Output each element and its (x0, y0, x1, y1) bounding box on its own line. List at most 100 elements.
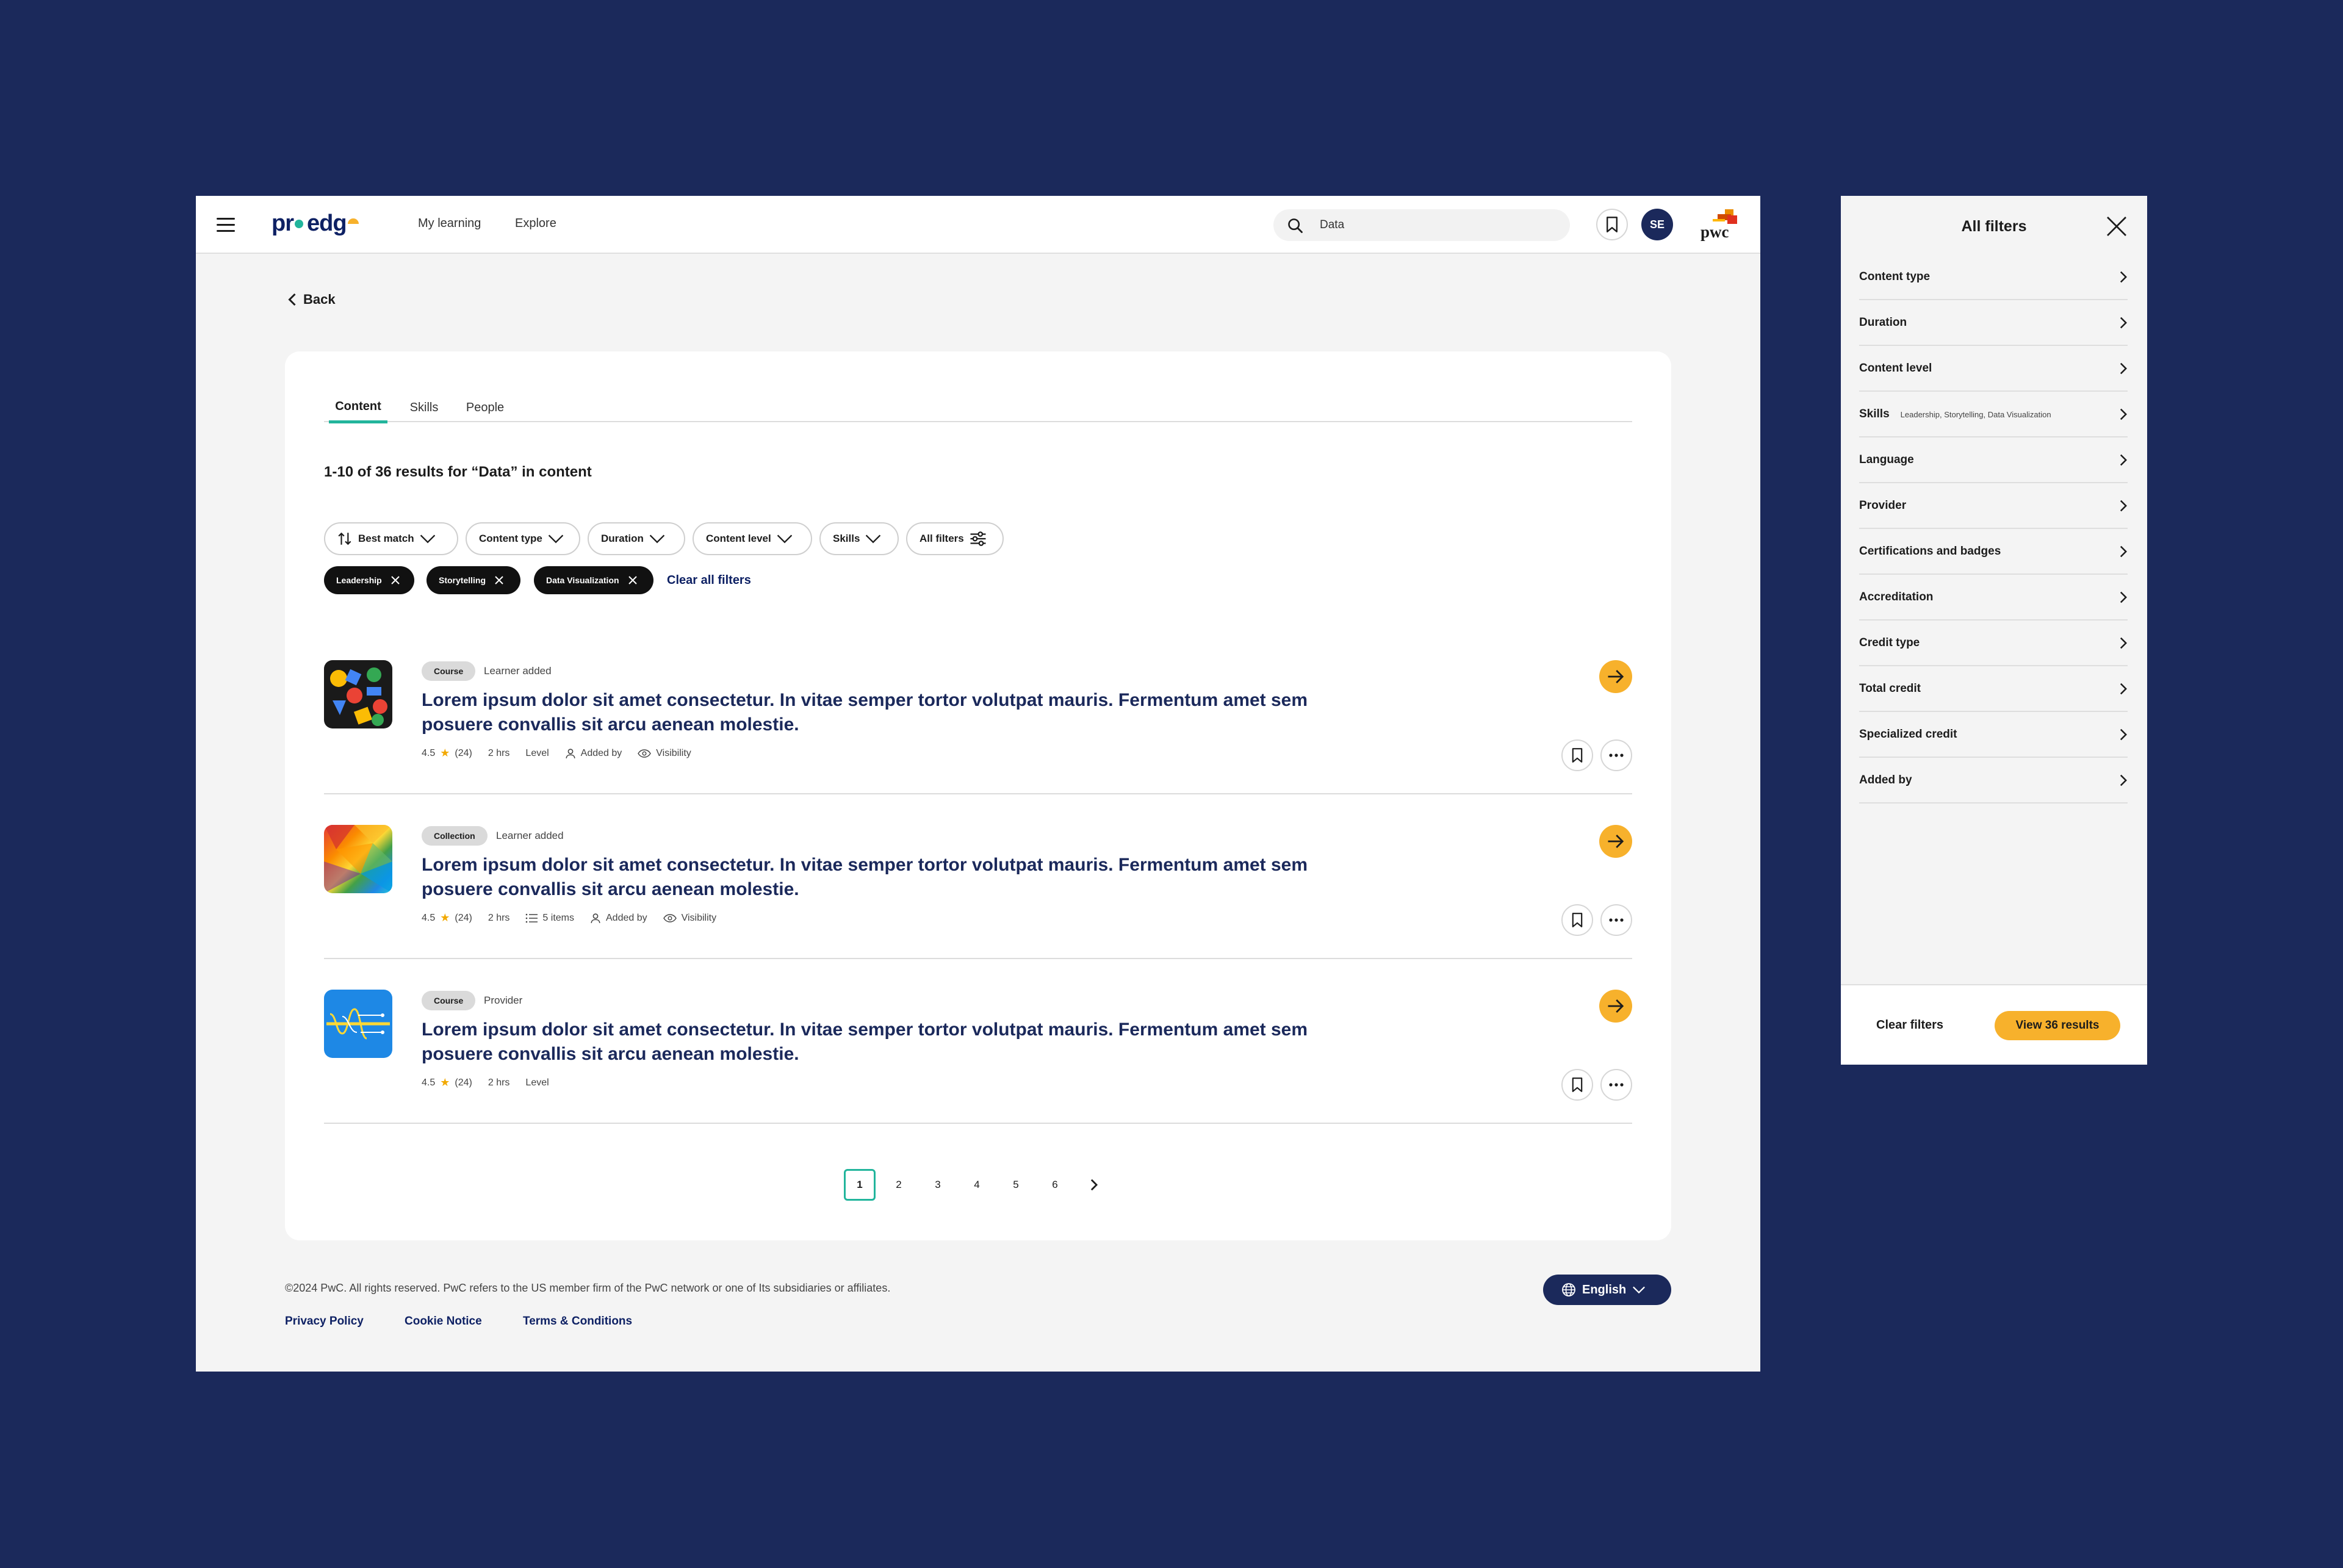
filter-row-content-type[interactable]: Content type (1859, 254, 2128, 300)
pwc-wordmark: pwc (1701, 223, 1729, 241)
chevron-right-icon (2120, 317, 2127, 328)
filter-row-added-by[interactable]: Added by (1859, 758, 2128, 804)
visibility: Visibility (638, 748, 691, 759)
chevron-right-icon (2120, 454, 2127, 466)
copyright-text: ©2024 PwC. All rights reserved. PwC refe… (285, 1282, 891, 1294)
rating: 4.5 ★ (24) (422, 747, 472, 759)
duration-filter[interactable]: Duration (588, 522, 685, 555)
page-5-button[interactable]: 5 (1000, 1169, 1032, 1201)
list-item[interactable]: Course Provider Lorem ipsum dolor sit am… (324, 959, 1632, 1124)
star-icon: ★ (440, 1076, 450, 1088)
search-icon (1288, 218, 1303, 233)
content-type-filter[interactable]: Content type (466, 522, 580, 555)
page-1-button[interactable]: 1 (844, 1169, 876, 1201)
open-item-button[interactable] (1599, 990, 1632, 1023)
more-options-button[interactable] (1600, 904, 1632, 936)
filter-row-label: Credit type (1859, 636, 1920, 649)
language-selector[interactable]: English (1543, 1275, 1671, 1305)
item-meta: 4.5 ★ (24) 2 hrs Level Added by Visibility (422, 747, 691, 760)
filter-row-content-level[interactable]: Content level (1859, 346, 2128, 392)
tab-bar: Content Skills People (324, 388, 1632, 423)
rating: 4.5 ★ (24) (422, 1076, 472, 1088)
panel-title: All filters (1961, 218, 2027, 235)
user-avatar[interactable]: SE (1641, 209, 1673, 240)
close-icon[interactable] (494, 575, 504, 585)
course-thumbnail (324, 660, 392, 728)
bookmark-button[interactable] (1561, 739, 1593, 771)
chevron-right-icon (2120, 728, 2127, 740)
all-filters-panel: All filters Content type Duration Conten… (1841, 196, 2147, 1065)
more-dots-icon (1609, 1083, 1624, 1087)
person-icon (591, 913, 600, 923)
filter-row-language[interactable]: Language (1859, 437, 2128, 483)
page-3-button[interactable]: 3 (922, 1169, 954, 1201)
chevron-right-icon (2120, 408, 2127, 420)
proedge-logo[interactable]: pr edg (272, 210, 359, 237)
more-options-button[interactable] (1600, 1069, 1632, 1101)
filter-row-accreditation[interactable]: Accreditation (1859, 575, 2128, 620)
logo-text-part1: pr (272, 210, 294, 236)
tab-content[interactable]: Content (329, 393, 387, 423)
page-4-button[interactable]: 4 (961, 1169, 993, 1201)
panel-footer: Clear filters View 36 results (1841, 984, 2147, 1065)
list-item[interactable]: Collection Learner added Lorem ipsum dol… (324, 794, 1632, 959)
level: Level (525, 747, 549, 758)
skills-filter[interactable]: Skills (819, 522, 899, 555)
item-title[interactable]: Lorem ipsum dolor sit amet consectetur. … (422, 853, 1312, 902)
sort-arrows-icon (338, 532, 351, 545)
close-icon[interactable] (628, 575, 638, 585)
close-icon[interactable] (390, 575, 400, 585)
menu-line-icon (217, 223, 235, 226)
privacy-policy-link[interactable]: Privacy Policy (285, 1315, 364, 1328)
menu-line-icon (217, 217, 235, 220)
view-results-button[interactable]: View 36 results (1995, 1011, 2120, 1040)
search-input[interactable] (1320, 217, 1552, 234)
page-6-button[interactable]: 6 (1039, 1169, 1071, 1201)
bookmark-button[interactable] (1561, 904, 1593, 936)
more-options-button[interactable] (1600, 739, 1632, 771)
clear-all-filters-link[interactable]: Clear all filters (667, 574, 751, 588)
results-card: Content Skills People 1-10 of 36 results… (285, 351, 1671, 1240)
hamburger-menu-button[interactable] (214, 213, 237, 236)
tab-skills[interactable]: Skills (406, 393, 442, 422)
item-title[interactable]: Lorem ipsum dolor sit amet consectetur. … (422, 688, 1312, 737)
filter-row-label: Specialized credit (1859, 727, 1957, 741)
filter-row-specialized-credit[interactable]: Specialized credit (1859, 712, 2128, 758)
sort-dropdown[interactable]: Best match (324, 522, 458, 555)
bookmark-icon (1607, 217, 1618, 232)
back-label: Back (303, 292, 336, 307)
nav-explore[interactable]: Explore (515, 217, 556, 231)
filter-row-skills[interactable]: Skills Leadership, Storytelling, Data Vis… (1859, 392, 2128, 437)
nav-my-learning[interactable]: My learning (418, 217, 481, 231)
filter-row-total-credit[interactable]: Total credit (1859, 666, 2128, 712)
next-page-button[interactable] (1078, 1169, 1110, 1201)
filter-row-label: Skills (1859, 407, 1890, 420)
bookmark-icon (1572, 748, 1583, 763)
search-bar[interactable] (1273, 209, 1570, 241)
filter-row-provider[interactable]: Provider (1859, 483, 2128, 529)
top-header: pr edg My learning Explore SE (196, 196, 1760, 254)
back-link[interactable]: Back (287, 292, 336, 307)
all-filters-button[interactable]: All filters (906, 522, 1004, 555)
close-panel-button[interactable] (2102, 212, 2131, 241)
cookie-notice-link[interactable]: Cookie Notice (405, 1315, 482, 1328)
open-item-button[interactable] (1599, 660, 1632, 693)
saved-bookmarks-button[interactable] (1596, 209, 1628, 240)
open-item-button[interactable] (1599, 825, 1632, 858)
star-icon: ★ (440, 747, 450, 759)
terms-link[interactable]: Terms & Conditions (523, 1315, 632, 1328)
tab-people[interactable]: People (462, 393, 508, 422)
clear-filters-button[interactable]: Clear filters (1876, 1018, 1943, 1032)
item-title[interactable]: Lorem ipsum dolor sit amet consectetur. … (422, 1018, 1312, 1066)
list-icon (526, 913, 538, 922)
filter-row-certifications[interactable]: Certifications and badges (1859, 529, 2128, 575)
content-level-filter[interactable]: Content level (693, 522, 812, 555)
list-item[interactable]: Course Learner added Lorem ipsum dolor s… (324, 630, 1632, 794)
bookmark-button[interactable] (1561, 1069, 1593, 1101)
course-thumbnail (324, 990, 392, 1058)
page-2-button[interactable]: 2 (883, 1169, 915, 1201)
filter-row-credit-type[interactable]: Credit type (1859, 620, 2128, 666)
filter-row-duration[interactable]: Duration (1859, 300, 2128, 346)
filter-row-label: Provider (1859, 498, 1907, 512)
arrow-right-icon (1608, 670, 1624, 683)
